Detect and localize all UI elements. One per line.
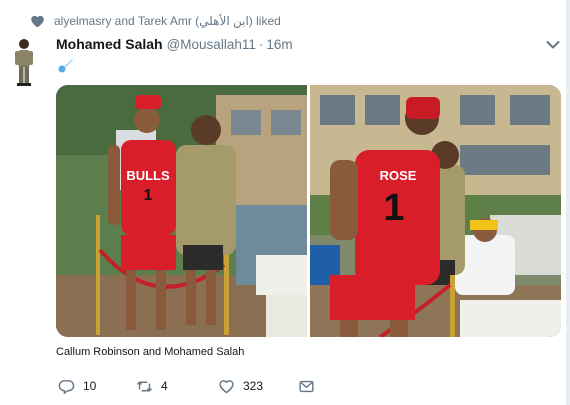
photo-right-image: ROSE 1 xyxy=(310,85,561,337)
social-context: alyelmasry and Tarek Amr (ابن الأهلي) li… xyxy=(30,10,281,32)
envelope-icon xyxy=(299,380,314,392)
timeline-edge xyxy=(566,0,570,405)
author-handle[interactable]: @Mousallah11 xyxy=(167,37,256,52)
direct-message-button[interactable] xyxy=(298,376,315,396)
left-jersey-number: 1 xyxy=(144,187,153,204)
retweet-button[interactable]: 4 xyxy=(136,376,168,396)
photo-left[interactable]: BULLS 1 xyxy=(56,85,307,337)
left-jersey-text: BULLS xyxy=(126,168,170,183)
like-button[interactable]: 323 xyxy=(218,376,263,396)
separator-dot: · xyxy=(258,37,264,52)
photo-grid: BULLS 1 ROSE 1 xyxy=(56,85,561,337)
avatar[interactable] xyxy=(10,37,38,89)
heart-outline-icon xyxy=(219,379,234,393)
reply-icon xyxy=(58,379,75,394)
photo-right[interactable]: ROSE 1 xyxy=(310,85,561,337)
heart-icon xyxy=(31,15,44,27)
timestamp[interactable]: 16m xyxy=(266,37,292,52)
tweet-header: Mohamed Salah @Mousallah11 · 16m xyxy=(56,36,293,56)
right-jersey-text: ROSE xyxy=(380,168,417,183)
photo-left-image: BULLS 1 xyxy=(56,85,307,337)
right-jersey-number: 1 xyxy=(383,187,404,229)
chevron-down-icon[interactable] xyxy=(546,40,560,50)
retweet-icon xyxy=(136,381,153,391)
retweet-count: 4 xyxy=(161,379,168,393)
photo-caption[interactable]: Callum Robinson and Mohamed Salah xyxy=(56,346,244,358)
author-name[interactable]: Mohamed Salah xyxy=(56,36,163,52)
reply-button[interactable]: 10 xyxy=(58,376,96,396)
reply-count: 10 xyxy=(83,379,97,393)
liked-by-text[interactable]: alyelmasry and Tarek Amr (ابن الأهلي) li… xyxy=(54,14,281,28)
like-count: 323 xyxy=(243,379,264,393)
comet-icon xyxy=(58,58,73,73)
